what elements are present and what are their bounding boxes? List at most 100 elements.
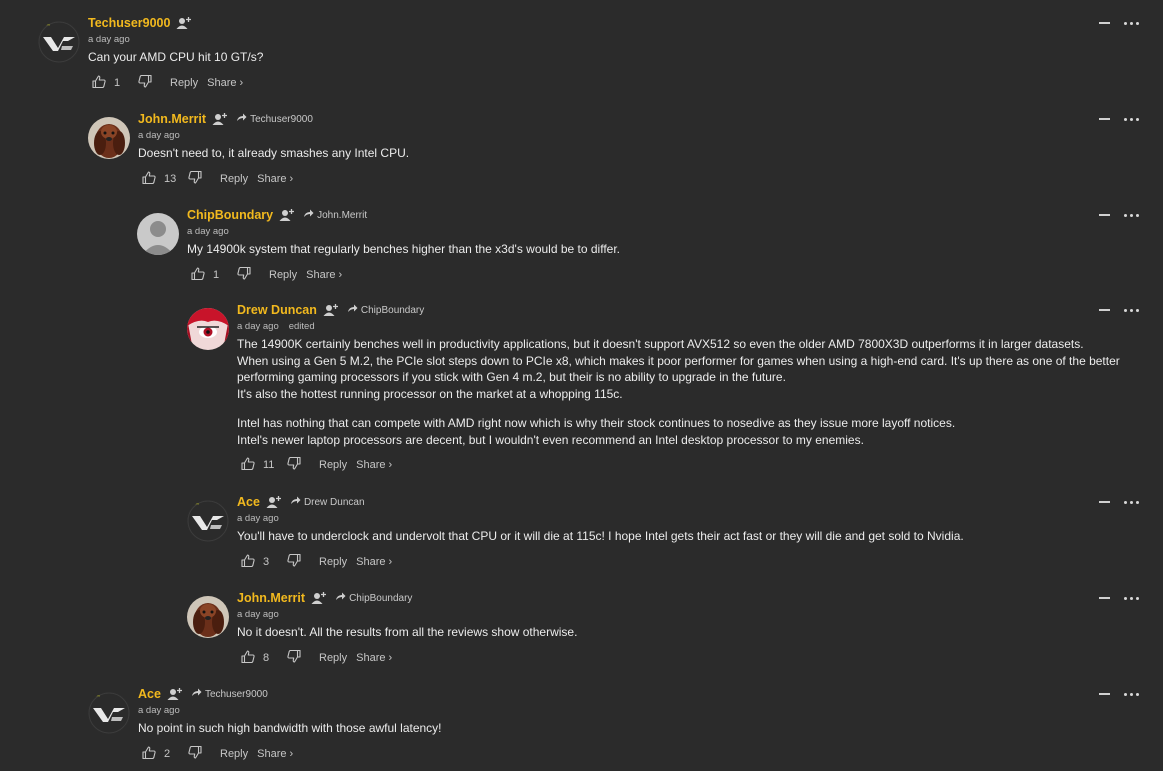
author-name[interactable]: ChipBoundary: [187, 208, 273, 222]
reply-to-link[interactable]: Drew Duncan: [290, 496, 365, 508]
reply-arrow-icon: [347, 304, 361, 316]
thumbs-down-icon: [188, 745, 202, 762]
comment-paragraph: My 14900k system that regularly benches …: [187, 242, 620, 256]
comment-paragraph: Doesn't need to, it already smashes any …: [138, 146, 410, 160]
author-name[interactable]: Ace: [138, 687, 161, 701]
comment-meta: a day ago: [237, 512, 1123, 528]
share-button[interactable]: Share ›: [356, 459, 392, 471]
user-plus-icon[interactable]: [176, 16, 192, 30]
dislike-button[interactable]: [237, 266, 251, 283]
user-plus-icon[interactable]: [266, 495, 282, 509]
timestamp[interactable]: a day ago: [237, 321, 279, 332]
timestamp[interactable]: a day ago: [237, 513, 279, 524]
thumbs-down-icon: [287, 649, 301, 666]
comment-controls: [1099, 684, 1139, 704]
comment-paragraph: No point in such high bandwidth with tho…: [138, 721, 442, 735]
share-button[interactable]: Share ›: [257, 748, 293, 760]
dislike-button[interactable]: [188, 170, 202, 187]
avatar[interactable]: [187, 596, 229, 638]
timestamp[interactable]: a day ago: [237, 609, 279, 620]
thumbs-down-icon: [287, 553, 301, 570]
more-options-icon[interactable]: [1124, 596, 1139, 600]
reply-arrow-icon: [290, 496, 304, 508]
reply-to-name: ChipBoundary: [360, 304, 425, 316]
more-options-icon[interactable]: [1124, 213, 1139, 217]
reply-button[interactable]: Reply: [319, 556, 347, 568]
reply-to-link[interactable]: Techuser9000: [236, 113, 313, 125]
dislike-button[interactable]: [287, 456, 301, 473]
avatar[interactable]: [88, 117, 130, 159]
avatar[interactable]: [88, 692, 130, 734]
more-options-icon[interactable]: [1124, 21, 1139, 25]
timestamp[interactable]: a day ago: [138, 705, 180, 716]
comment-actions: 3 Reply Share ›: [241, 551, 1123, 573]
like-button[interactable]: 13: [142, 170, 178, 187]
like-button[interactable]: 8: [241, 649, 277, 666]
author-name[interactable]: Techuser9000: [88, 16, 170, 30]
share-button[interactable]: Share ›: [356, 652, 392, 664]
user-plus-icon[interactable]: [212, 112, 228, 126]
like-button[interactable]: 1: [92, 74, 128, 91]
like-button[interactable]: 11: [241, 457, 277, 473]
comment-body: Ace Techuser9000 a day ago No point in s…: [138, 684, 1123, 765]
like-button[interactable]: 2: [142, 745, 178, 762]
reply-button[interactable]: Reply: [170, 77, 198, 89]
dislike-button[interactable]: [138, 74, 152, 91]
share-button[interactable]: Share ›: [356, 556, 392, 568]
user-plus-icon[interactable]: [323, 303, 339, 317]
avatar[interactable]: [187, 500, 229, 542]
timestamp[interactable]: a day ago: [88, 34, 130, 45]
dislike-button[interactable]: [287, 553, 301, 570]
reply-button[interactable]: Reply: [220, 748, 248, 760]
author-name[interactable]: Ace: [237, 495, 260, 509]
avatar[interactable]: [38, 21, 80, 63]
author-name[interactable]: John.Merrit: [237, 591, 305, 605]
reply-button[interactable]: Reply: [269, 269, 297, 281]
timestamp[interactable]: a day ago: [138, 130, 180, 141]
more-options-icon[interactable]: [1124, 500, 1139, 504]
reply-to-link[interactable]: ChipBoundary: [335, 592, 412, 604]
reply-to-link[interactable]: John.Merrit: [303, 209, 367, 221]
minimize-icon[interactable]: [1099, 309, 1110, 311]
reply-button[interactable]: Reply: [319, 652, 347, 664]
author-name[interactable]: John.Merrit: [138, 112, 206, 126]
timestamp[interactable]: a day ago: [187, 226, 229, 237]
comment-controls: [1099, 492, 1139, 512]
minimize-icon[interactable]: [1099, 214, 1110, 216]
author-name[interactable]: Drew Duncan: [237, 303, 317, 317]
minimize-icon[interactable]: [1099, 693, 1110, 695]
more-options-icon[interactable]: [1124, 117, 1139, 121]
like-button[interactable]: 1: [191, 266, 227, 283]
thumbs-up-icon: [92, 74, 106, 91]
share-button[interactable]: Share ›: [207, 77, 243, 89]
reply-button[interactable]: Reply: [319, 459, 347, 471]
comment-body: ChipBoundary John.Merrit a day ago My 14…: [187, 205, 1123, 286]
comment-paragraph: Intel has nothing that can compete with …: [237, 416, 956, 430]
dislike-button[interactable]: [287, 649, 301, 666]
minimize-icon[interactable]: [1099, 501, 1110, 503]
comment-actions: 8 Reply Share ›: [241, 647, 1123, 669]
avatar[interactable]: [187, 308, 229, 350]
comment-text: Can your AMD CPU hit 10 GT/s?: [88, 49, 1123, 66]
like-button[interactable]: 3: [241, 553, 277, 570]
avatar[interactable]: [137, 213, 179, 255]
thumbs-down-icon: [138, 74, 152, 91]
user-plus-icon[interactable]: [167, 687, 183, 701]
more-options-icon[interactable]: [1124, 308, 1139, 312]
reply-button[interactable]: Reply: [220, 173, 248, 185]
user-plus-icon[interactable]: [279, 208, 295, 222]
share-button[interactable]: Share ›: [257, 173, 293, 185]
reply-arrow-icon: [335, 592, 349, 604]
share-button[interactable]: Share ›: [306, 269, 342, 281]
reply-to-link[interactable]: Techuser9000: [191, 688, 268, 700]
minimize-icon[interactable]: [1099, 597, 1110, 599]
minimize-icon[interactable]: [1099, 118, 1110, 120]
more-options-icon[interactable]: [1124, 692, 1139, 696]
dislike-button[interactable]: [188, 745, 202, 762]
minimize-icon[interactable]: [1099, 22, 1110, 24]
comment-body: John.Merrit ChipBoundary a day ago No it…: [237, 588, 1123, 669]
user-plus-icon[interactable]: [311, 591, 327, 605]
reply-to-link[interactable]: ChipBoundary: [347, 304, 424, 316]
thumbs-up-icon: [142, 745, 156, 762]
comment-controls: [1099, 588, 1139, 608]
